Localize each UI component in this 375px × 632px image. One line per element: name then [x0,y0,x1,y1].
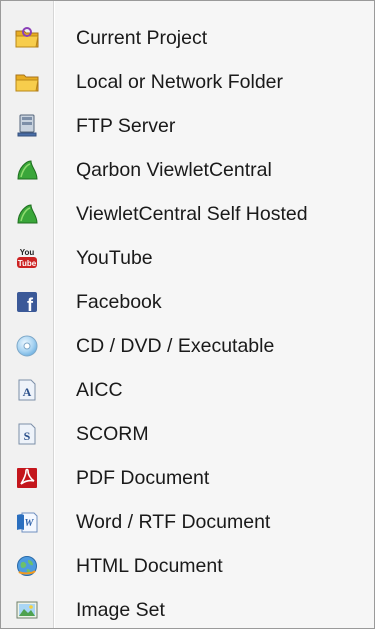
menu-item-youtube[interactable]: You Tube YouTube [1,236,374,280]
folder-icon [15,70,39,94]
menu-item-label: HTML Document [76,555,223,577]
viewletcentral-selfhosted-icon [15,202,39,226]
menu-item-current-project[interactable]: Current Project [1,16,374,60]
svg-text:W: W [25,518,35,529]
youtube-icon: You Tube [15,246,39,270]
menu-item-aicc[interactable]: A AICC [1,368,374,412]
svg-text:A: A [23,385,32,399]
menu-item-viewletcentral-self-hosted[interactable]: ViewletCentral Self Hosted [1,192,374,236]
aicc-icon: A [15,378,39,402]
menu-item-label: CD / DVD / Executable [76,335,275,357]
menu-item-label: PDF Document [76,467,210,489]
menu-item-qarbon-viewletcentral[interactable]: Qarbon ViewletCentral [1,148,374,192]
ftp-server-icon [15,114,39,138]
menu-item-label: Facebook [76,291,162,313]
menu-item-label: Local or Network Folder [76,71,283,93]
folder-project-icon [15,26,39,50]
menu-item-html-document[interactable]: HTML Document [1,544,374,588]
menu-item-label: Qarbon ViewletCentral [76,159,272,181]
svg-text:Tube: Tube [18,259,37,268]
menu-item-scorm[interactable]: S SCORM [1,412,374,456]
menu-item-pdf-document[interactable]: PDF Document [1,456,374,500]
menu-item-label: ViewletCentral Self Hosted [76,203,308,225]
menu-item-label: SCORM [76,423,149,445]
menu-item-cd-dvd-executable[interactable]: CD / DVD / Executable [1,324,374,368]
menu-item-label: FTP Server [76,115,176,137]
menu-item-word-rtf-document[interactable]: W Word / RTF Document [1,500,374,544]
menu-item-label: Current Project [76,27,208,49]
word-icon: W [15,510,39,534]
pdf-icon [15,466,39,490]
html-icon [15,554,39,578]
menu-item-ftp-server[interactable]: FTP Server [1,104,374,148]
publish-destination-menu: Current Project Local or Network Folder [0,0,375,629]
viewletcentral-icon [15,158,39,182]
menu-item-facebook[interactable]: f Facebook [1,280,374,324]
scorm-icon: S [15,422,39,446]
menu-item-label: Word / RTF Document [76,511,271,533]
menu-item-label: AICC [76,379,123,401]
svg-text:You: You [20,248,35,257]
menu-item-label: Image Set [76,599,165,621]
cd-dvd-icon [15,334,39,358]
svg-text:f: f [27,295,34,313]
menu-items: Current Project Local or Network Folder [1,16,374,632]
menu-item-image-set[interactable]: Image Set [1,588,374,632]
menu-item-local-network-folder[interactable]: Local or Network Folder [1,60,374,104]
svg-text:S: S [24,429,31,443]
facebook-icon: f [15,290,39,314]
menu-item-label: YouTube [76,247,153,269]
image-set-icon [15,598,39,622]
